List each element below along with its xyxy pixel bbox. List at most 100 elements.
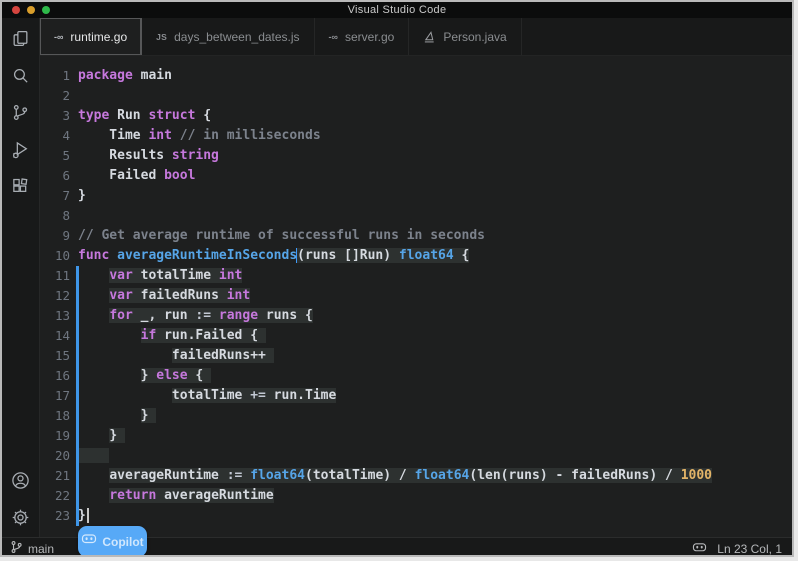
code-text: averageRuntime := float64(totalTime) / f…: [78, 466, 712, 486]
zoom-button[interactable]: [42, 6, 50, 14]
go-file-icon: -∞: [54, 32, 63, 42]
line-number: 20: [40, 446, 70, 466]
code-line[interactable]: 14 if run.Failed {: [40, 326, 792, 346]
code-line[interactable]: 1 package main: [40, 66, 792, 86]
line-number: 13: [40, 306, 70, 326]
code-text: Failed bool: [78, 166, 195, 186]
tab-label: runtime.go: [70, 30, 127, 44]
code-text: }: [78, 426, 125, 446]
tab-Person.java[interactable]: Person.java: [409, 18, 521, 55]
line-number: 22: [40, 486, 70, 506]
code-text: }: [78, 406, 156, 426]
code-text: var failedRuns int: [78, 286, 250, 306]
code-lines: 1package main23type Run struct {4 Time i…: [40, 66, 792, 526]
text-cursor: [87, 508, 89, 523]
code-text: totalTime += run.Time: [78, 386, 336, 406]
line-number: 9: [40, 226, 70, 246]
line-number: 11: [40, 266, 70, 286]
code-line[interactable]: 8: [40, 206, 792, 226]
code-line[interactable]: 21 averageRuntime := float64(totalTime) …: [40, 466, 792, 486]
copilot-icon: [692, 541, 707, 557]
line-number: 15: [40, 346, 70, 366]
code-text: type Run struct {: [78, 106, 211, 126]
tab-days_between_dates.js[interactable]: JS days_between_dates.js: [142, 18, 314, 55]
code-line[interactable]: 17 totalTime += run.Time: [40, 386, 792, 406]
main-content: -∞ runtime.go JS days_between_dates.js -∞ ser…: [2, 18, 792, 537]
traffic-lights: [12, 6, 50, 14]
minimize-button[interactable]: [27, 6, 35, 14]
line-number: 14: [40, 326, 70, 346]
code-line[interactable]: 9 // Get average runtime of successful ru…: [40, 226, 792, 246]
line-number: 21: [40, 466, 70, 486]
search-icon[interactable]: [9, 63, 33, 87]
code-text: // Get average runtime of successful run…: [78, 226, 485, 246]
code-line[interactable]: 13 for _, run := range runs {: [40, 306, 792, 326]
line-number: 12: [40, 286, 70, 306]
explorer-icon[interactable]: [9, 26, 33, 50]
code-text: } else {: [78, 366, 211, 386]
account-icon[interactable]: [9, 468, 33, 492]
js-file-icon: JS: [156, 32, 167, 42]
copilot-badge-label: Copilot: [102, 535, 143, 549]
code-line[interactable]: 19 }: [40, 426, 792, 446]
copilot-badge[interactable]: Copilot: [78, 526, 147, 557]
code-line[interactable]: 4 Time int // in milliseconds: [40, 126, 792, 146]
line-number: 2: [40, 86, 70, 106]
extensions-icon[interactable]: [9, 174, 33, 198]
tab-runtime.go[interactable]: -∞ runtime.go: [40, 18, 142, 55]
code-text: Results string: [78, 146, 219, 166]
code-text: }: [78, 186, 86, 206]
code-line[interactable]: 16 } else {: [40, 366, 792, 386]
code-line[interactable]: 11 var totalTime int: [40, 266, 792, 286]
line-number: 6: [40, 166, 70, 186]
code-line[interactable]: 6 Failed bool: [40, 166, 792, 186]
line-number: 10: [40, 246, 70, 266]
code-editor[interactable]: 1package main23type Run struct {4 Time i…: [40, 56, 792, 537]
tab-label: days_between_dates.js: [174, 30, 299, 44]
title-bar: Visual Studio Code: [2, 2, 792, 18]
code-text: package main: [78, 66, 172, 86]
tab-server.go[interactable]: -∞ server.go: [315, 18, 410, 55]
code-text: return averageRuntime: [78, 486, 274, 506]
code-line[interactable]: 23}: [40, 506, 792, 526]
line-number: 4: [40, 126, 70, 146]
code-line[interactable]: 3 type Run struct {: [40, 106, 792, 126]
run-debug-icon[interactable]: [9, 137, 33, 161]
code-line[interactable]: 5 Results string: [40, 146, 792, 166]
code-line[interactable]: 18 }: [40, 406, 792, 426]
line-number: 19: [40, 426, 70, 446]
code-line[interactable]: 7}: [40, 186, 792, 206]
branch-name: main: [28, 542, 54, 556]
code-line[interactable]: 22 return averageRuntime: [40, 486, 792, 506]
code-text: if run.Failed {: [78, 326, 266, 346]
code-line[interactable]: 12 var failedRuns int: [40, 286, 792, 306]
git-branch-icon: [10, 540, 23, 557]
code-text: for _, run := range runs {: [78, 306, 313, 326]
source-control-icon[interactable]: [9, 100, 33, 124]
line-number: 1: [40, 66, 70, 86]
branch-indicator[interactable]: main: [10, 540, 54, 557]
code-text: Time int // in milliseconds: [78, 126, 321, 146]
code-line[interactable]: 20: [40, 446, 792, 466]
close-button[interactable]: [12, 6, 20, 14]
tab-label: server.go: [345, 30, 394, 44]
go-file-icon: -∞: [329, 32, 338, 42]
cursor-position[interactable]: Ln 23 Col, 1: [717, 542, 782, 556]
code-text: var totalTime int: [78, 266, 242, 286]
code-line[interactable]: 15 failedRuns++: [40, 346, 792, 366]
code-text: }: [78, 506, 89, 526]
settings-gear-icon[interactable]: [9, 505, 33, 529]
window-title: Visual Studio Code: [348, 4, 447, 16]
code-text: [78, 446, 109, 466]
copilot-icon: [81, 532, 97, 551]
java-file-icon: [423, 30, 436, 44]
code-text: failedRuns++: [78, 346, 274, 366]
code-line[interactable]: 2: [40, 86, 792, 106]
code-line[interactable]: 10func averageRuntimeInSeconds(runs []Ru…: [40, 246, 792, 266]
line-number: 18: [40, 406, 70, 426]
copilot-status[interactable]: [692, 541, 707, 557]
tab-label: Person.java: [443, 30, 506, 44]
activity-bar: [2, 18, 40, 537]
line-number: 17: [40, 386, 70, 406]
line-number: 3: [40, 106, 70, 126]
